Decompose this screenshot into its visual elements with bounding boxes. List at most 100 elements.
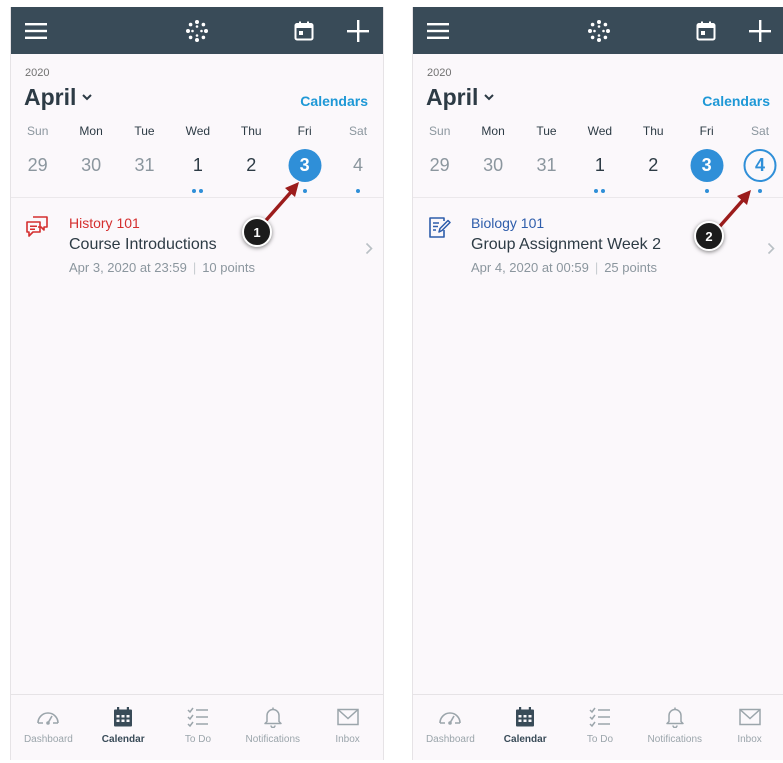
canvas-logo-icon [585,7,613,54]
month-picker[interactable]: April [24,84,93,111]
event-meta: Apr 4, 2020 at 00:59 | 25 points [471,260,657,275]
top-nav-bar [11,7,383,54]
event-date: Apr 3, 2020 at 23:59 [69,260,187,275]
tab-dashboard[interactable]: Dashboard [413,695,488,760]
add-plus-icon[interactable] [345,7,371,54]
week-day-strip: 29 30 31 1 2 3 4 [11,149,383,199]
month-label: April [24,84,77,110]
tab-label: Inbox [737,734,762,745]
event-points: 25 points [604,260,657,275]
year-label: 2020 [25,67,50,79]
bell-icon [264,707,282,728]
tab-notifications[interactable]: Notifications [637,695,712,760]
assignment-icon [427,216,453,240]
tab-inbox[interactable]: Inbox [712,695,783,760]
day-cell[interactable]: 29 [11,149,64,199]
day-number: 30 [81,155,102,175]
tab-label: Notifications [245,734,301,745]
tab-calendar[interactable]: Calendar [488,695,563,760]
day-number: 1 [192,155,203,175]
event-course-name: Biology 101 [471,215,545,231]
weekday-label: Sun [27,124,49,138]
tab-inbox[interactable]: Inbox [310,695,383,760]
tab-notifications[interactable]: Notifications [235,695,310,760]
weekday-label: Mon [481,124,505,138]
event-date: Apr 4, 2020 at 00:59 [471,260,589,275]
day-number: 1 [594,155,605,175]
event-title: Group Assignment Week 2 [471,236,662,253]
tab-calendar[interactable]: Calendar [86,695,161,760]
day-cell[interactable]: 1 [573,149,626,199]
weekday-header: Sun Mon Tue Wed Thu Fri Sat [413,124,783,138]
hamburger-menu-icon[interactable] [24,7,48,54]
divider [11,197,383,198]
month-picker[interactable]: April [426,84,495,111]
tab-dashboard[interactable]: Dashboard [11,695,86,760]
weekday-label: Sat [349,124,368,138]
canvas-logo-icon [183,7,211,54]
day-cell[interactable]: 31 [118,149,171,199]
tab-todo[interactable]: To Do [161,695,236,760]
tab-label: Dashboard [23,734,73,745]
weekday-label: Tue [134,124,155,138]
tab-label: To Do [184,734,212,745]
weekday-label: Sat [751,124,770,138]
tab-todo[interactable]: To Do [563,695,638,760]
month-label: April [426,84,479,110]
meta-separator: | [594,260,599,275]
weekday-header: Sun Mon Tue Wed Thu Fri Sat [11,124,383,138]
weekday-label: Fri [699,124,714,138]
tab-label: To Do [586,734,614,745]
hamburger-menu-icon[interactable] [426,7,450,54]
calendar-icon [516,707,535,727]
day-cell[interactable]: 2 [627,149,680,199]
day-number: 29 [27,155,48,175]
calendar-icon [114,707,133,727]
day-number: 31 [536,155,557,175]
tab-label: Dashboard [425,734,475,745]
tab-label: Notifications [647,734,703,745]
day-cell[interactable]: 30 [64,149,117,199]
day-cell[interactable]: 1 [171,149,224,199]
add-plus-icon[interactable] [747,7,773,54]
phone-screen-left: 2020 April Calendars Sun Mon Tue Wed Thu… [10,7,384,760]
event-meta: Apr 3, 2020 at 23:59 | 10 points [69,260,255,275]
weekday-label: Sun [429,124,451,138]
tab-label: Inbox [335,734,360,745]
event-indicator-dots [573,189,626,193]
chevron-down-icon [484,94,495,101]
weekday-label: Wed [587,124,613,138]
year-label: 2020 [427,67,452,79]
bottom-tab-bar: Dashboard Calendar To Do Notifications I… [413,694,783,760]
calendars-link[interactable]: Calendars [702,93,770,109]
chevron-down-icon [82,94,93,101]
day-number: 2 [648,155,659,175]
day-cell[interactable]: 30 [466,149,519,199]
day-number: 4 [353,155,364,175]
meta-separator: | [192,260,197,275]
callout-badge-2: 2 [694,221,724,251]
weekday-label: Wed [185,124,211,138]
weekday-label: Thu [642,124,664,138]
calendar-today-icon[interactable] [694,7,718,54]
weekday-label: Tue [536,124,557,138]
tab-label: Calendar [101,734,145,745]
weekday-label: Mon [79,124,103,138]
day-number: 3 [690,149,724,182]
todo-list-icon [187,707,208,728]
calendar-today-icon[interactable] [292,7,316,54]
bottom-tab-bar: Dashboard Calendar To Do Notifications I… [11,694,383,760]
event-list-item[interactable]: History 101 Course Introductions Apr 3, … [11,207,383,293]
event-indicator-dots [171,189,224,193]
tab-label: Calendar [503,734,547,745]
day-cell[interactable]: 29 [413,149,466,199]
chevron-right-icon [767,242,775,260]
calendars-link[interactable]: Calendars [300,93,368,109]
discussion-icon [25,216,51,240]
callout-badge-1: 1 [242,217,272,247]
day-cell[interactable]: 4 [331,149,383,199]
day-number: 29 [429,155,450,175]
day-cell[interactable]: 31 [520,149,573,199]
event-course-name: History 101 [69,215,140,231]
event-indicator-dots [331,189,383,193]
